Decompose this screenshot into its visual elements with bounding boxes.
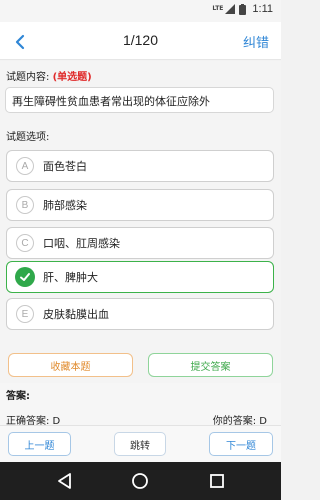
option-letter: C — [16, 234, 34, 252]
option-text: 肝、脾肿大 — [43, 271, 98, 284]
question-text: 再生障碍性贫血患者常出现的体征应除外 — [5, 87, 274, 113]
option-letter: E — [16, 305, 34, 323]
option-letter: B — [16, 196, 34, 214]
option-d[interactable]: 肝、脾肿大 — [6, 261, 274, 293]
option-letter: A — [16, 157, 34, 175]
option-text: 肺部感染 — [43, 199, 87, 212]
submit-answer-button[interactable]: 提交答案 — [148, 353, 273, 377]
option-text: 口咽、肛周感染 — [43, 237, 120, 250]
system-nav-bar — [0, 462, 281, 500]
status-time: 1:11 — [252, 3, 273, 15]
next-question-button[interactable]: 下一题 — [209, 432, 273, 456]
report-error-button[interactable]: 纠错 — [243, 32, 269, 51]
question-counter: 1/120 — [122, 32, 159, 48]
option-text: 面色苍白 — [43, 160, 87, 173]
status-bar: LTE 1:11 — [0, 0, 281, 22]
option-e[interactable]: E 皮肤黏膜出血 — [6, 298, 274, 330]
signal-icon — [225, 4, 236, 14]
question-label: 试题内容: — [6, 72, 50, 83]
your-answer: 你的答案: D — [212, 416, 267, 425]
triangle-back-icon[interactable] — [56, 472, 74, 490]
answer-label: 答案: — [6, 391, 30, 402]
previous-question-button[interactable]: 上一题 — [8, 432, 71, 456]
jump-button[interactable]: 跳转 — [114, 432, 166, 456]
options-label: 试题选项: — [6, 132, 50, 143]
battery-icon — [239, 3, 247, 15]
option-a[interactable]: A 面色苍白 — [6, 150, 274, 182]
option-c[interactable]: C 口咽、肛周感染 — [6, 227, 274, 259]
correct-answer: 正确答案: D — [6, 416, 61, 425]
network-type: LTE — [212, 5, 224, 12]
collect-button[interactable]: 收藏本题 — [8, 353, 133, 377]
option-text: 皮肤黏膜出血 — [43, 308, 109, 321]
check-icon — [15, 267, 35, 287]
question-nav-bar: 上一题 跳转 下一题 — [0, 425, 281, 462]
square-recents-icon[interactable] — [208, 472, 226, 490]
circle-home-icon[interactable] — [131, 472, 149, 490]
question-type: (单选题) — [52, 72, 92, 83]
option-b[interactable]: B 肺部感染 — [6, 189, 274, 221]
app-bar: 1/120 纠错 — [0, 22, 281, 60]
question-content: 试题内容: (单选题) 再生障碍性贫血患者常出现的体征应除外 试题选项: A 面… — [0, 61, 281, 425]
status-indicators: LTE 1:11 — [212, 3, 273, 15]
question-label-row: 试题内容: (单选题) — [6, 68, 92, 83]
